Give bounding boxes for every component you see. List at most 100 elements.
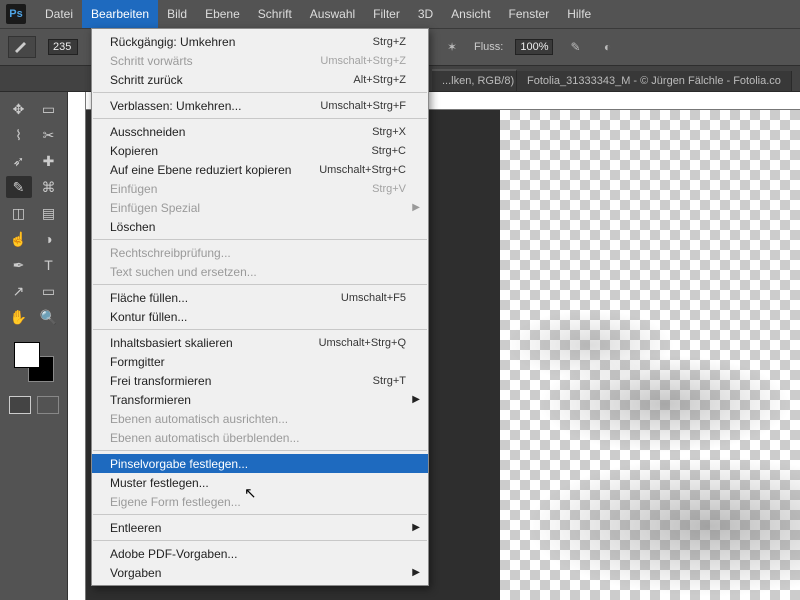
menuitem-einfügen: EinfügenStrg+V (92, 179, 428, 198)
menuitem-inhaltsbasiert-skalieren[interactable]: Inhaltsbasiert skalierenUmschalt+Strg+Q (92, 333, 428, 352)
menuitem-adobe-pdf-vorgaben[interactable]: Adobe PDF-Vorgaben... (92, 544, 428, 563)
brush-size-field[interactable]: 235 (48, 39, 78, 55)
menuitem-label: Frei transformieren (110, 374, 373, 388)
menu-3d[interactable]: 3D (409, 0, 442, 28)
transparency-checker (500, 110, 800, 600)
tool-eraser[interactable]: ◫ (6, 202, 32, 224)
symmetry-icon[interactable]: ◐ (597, 37, 617, 57)
menuitem-ebenen-automatisch-ausrichten: Ebenen automatisch ausrichten... (92, 409, 428, 428)
flow-label: Fluss: (474, 41, 503, 53)
menuitem-shortcut: Umschalt+Strg+C (319, 164, 406, 176)
tool-eyedrop[interactable]: ➶ (6, 150, 32, 172)
menuitem-löschen[interactable]: Löschen (92, 217, 428, 236)
menuitem-label: Löschen (110, 220, 406, 234)
menuitem-shortcut: Strg+X (372, 126, 406, 138)
menuitem-label: Transformieren (110, 393, 406, 407)
tool-shape[interactable]: ▭ (36, 280, 62, 302)
ruler-vertical (68, 92, 86, 600)
menuitem-einfügen-spezial: Einfügen Spezial ▶ (92, 198, 428, 217)
menu-datei[interactable]: Datei (36, 0, 82, 28)
menuitem-label: Einfügen (110, 182, 372, 196)
tool-marquee[interactable]: ▭ (36, 98, 62, 120)
menuitem-verblassen-umkehren[interactable]: Verblassen: Umkehren...Umschalt+Strg+F (92, 96, 428, 115)
menuitem-eigene-form-festlegen: Eigene Form festlegen... (92, 492, 428, 511)
menu-separator (93, 118, 427, 119)
menuitem-entleeren[interactable]: Entleeren▶ (92, 518, 428, 537)
menuitem-kontur-füllen[interactable]: Kontur füllen... (92, 307, 428, 326)
tool-move[interactable]: ✥ (6, 98, 32, 120)
menu-separator (93, 284, 427, 285)
tool-stamp[interactable]: ⌘ (36, 176, 62, 198)
menu-separator (93, 540, 427, 541)
tool-lasso[interactable]: ⌇ (6, 124, 32, 146)
tool-pen[interactable]: ✒ (6, 254, 32, 276)
menu-ebene[interactable]: Ebene (196, 0, 249, 28)
menuitem-label: Inhaltsbasiert skalieren (110, 336, 319, 350)
menuitem-shortcut: Strg+C (371, 145, 406, 157)
menuitem-shortcut: Alt+Strg+Z (353, 74, 406, 86)
menuitem-shortcut: Umschalt+Strg+Z (320, 55, 406, 67)
menuitem-label: Pinselvorgabe festlegen... (110, 457, 406, 471)
tool-heal[interactable]: ✚ (36, 150, 62, 172)
menuitem-vorgaben[interactable]: Vorgaben▶ (92, 563, 428, 582)
menuitem-auf-eine-ebene-reduziert-kopieren[interactable]: Auf eine Ebene reduziert kopierenUmschal… (92, 160, 428, 179)
tool-preset-picker[interactable] (8, 36, 36, 58)
tool-smudge[interactable]: ☝ (6, 228, 32, 250)
menu-separator (93, 450, 427, 451)
menuitem-label: Einfügen Spezial (110, 201, 406, 215)
menuitem-rückgängig-umkehren[interactable]: Rückgängig: UmkehrenStrg+Z (92, 32, 428, 51)
image-content (500, 110, 800, 600)
menuitem-kopieren[interactable]: KopierenStrg+C (92, 141, 428, 160)
menuitem-label: Muster festlegen... (110, 476, 406, 490)
tool-zoom[interactable]: 🔍 (36, 306, 62, 328)
menuitem-text-suchen-und-ersetzen: Text suchen und ersetzen... (92, 262, 428, 281)
submenu-arrow-icon: ▶ (412, 394, 420, 405)
menuitem-label: Schritt zurück (110, 73, 353, 87)
menu-fenster[interactable]: Fenster (500, 0, 559, 28)
menuitem-label: Schritt vorwärts (110, 54, 320, 68)
tool-hand[interactable]: ✋ (6, 306, 32, 328)
color-swatches[interactable] (14, 342, 54, 382)
toolbox: ✥▭⌇✂➶✚✎⌘◫▤☝◑✒T↗▭✋🔍 (0, 92, 68, 600)
flow-field[interactable]: 100% (515, 39, 553, 55)
menuitem-frei-transformieren[interactable]: Frei transformierenStrg+T (92, 371, 428, 390)
menu-separator (93, 239, 427, 240)
menuitem-label: Ausschneiden (110, 125, 372, 139)
menuitem-shortcut: Umschalt+Strg+Q (319, 337, 406, 349)
tool-dodge[interactable]: ◑ (36, 228, 62, 250)
app-logo: Ps (6, 4, 26, 24)
menu-hilfe[interactable]: Hilfe (558, 0, 600, 28)
menuitem-fläche-füllen[interactable]: Fläche füllen...Umschalt+F5 (92, 288, 428, 307)
menuitem-label: Kontur füllen... (110, 310, 406, 324)
tablet-pressure-icon[interactable]: ✎ (565, 37, 585, 57)
menu-filter[interactable]: Filter (364, 0, 409, 28)
foreground-color-swatch[interactable] (14, 342, 40, 368)
menubar: Ps DateiBearbeitenBildEbeneSchriftAuswah… (0, 0, 800, 28)
menu-auswahl[interactable]: Auswahl (301, 0, 364, 28)
airbrush-icon[interactable]: ✶ (442, 37, 462, 57)
menuitem-schritt-zurück[interactable]: Schritt zurückAlt+Strg+Z (92, 70, 428, 89)
tool-type[interactable]: T (36, 254, 62, 276)
menuitem-muster-festlegen[interactable]: Muster festlegen... (92, 473, 428, 492)
menuitem-pinselvorgabe-festlegen[interactable]: Pinselvorgabe festlegen... (92, 454, 428, 473)
edit-menu-dropdown: Rückgängig: UmkehrenStrg+Z Schritt vorwär… (91, 28, 429, 586)
tool-crop[interactable]: ✂ (36, 124, 62, 146)
submenu-arrow-icon: ▶ (412, 202, 420, 213)
tool-path[interactable]: ↗ (6, 280, 32, 302)
menu-bild[interactable]: Bild (158, 0, 196, 28)
menu-ansicht[interactable]: Ansicht (442, 0, 499, 28)
menuitem-shortcut: Strg+V (372, 183, 406, 195)
menuitem-shortcut: Umschalt+F5 (341, 292, 406, 304)
menuitem-transformieren[interactable]: Transformieren ▶ (92, 390, 428, 409)
tab-document-2[interactable]: Fotolia_31333343_M - © Jürgen Fälchle - … (517, 71, 792, 91)
menu-schrift[interactable]: Schrift (249, 0, 301, 28)
quickmask-mode-icon[interactable] (37, 396, 59, 414)
tool-brush[interactable]: ✎ (6, 176, 32, 198)
standard-mode-icon[interactable] (9, 396, 31, 414)
tool-gradient[interactable]: ▤ (36, 202, 62, 224)
menu-bearbeiten[interactable]: Bearbeiten (82, 0, 158, 28)
menuitem-formgitter[interactable]: Formgitter (92, 352, 428, 371)
menuitem-label: Rechtschreibprüfung... (110, 246, 406, 260)
tab-document-1[interactable]: ...lken, RGB/8) * (432, 69, 517, 91)
menuitem-ausschneiden[interactable]: AusschneidenStrg+X (92, 122, 428, 141)
